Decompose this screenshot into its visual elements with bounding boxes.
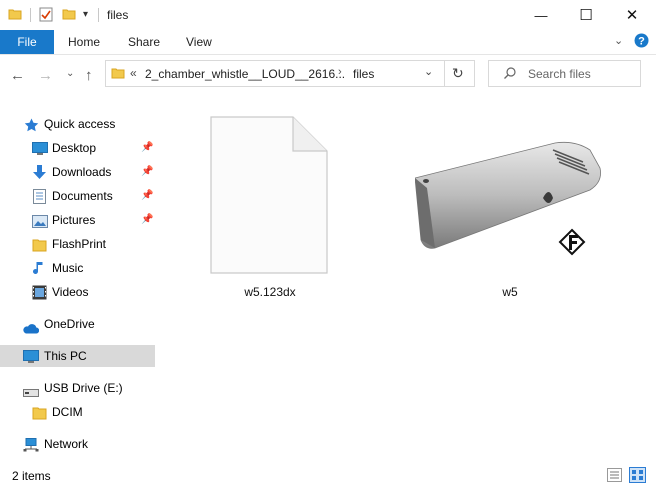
details-view-icon[interactable] [607,468,622,485]
tab-view[interactable]: View [186,30,212,54]
sidebar-item-desktop[interactable]: Desktop 📌 [0,137,155,159]
usb-drive-icon [23,383,39,397]
folder-icon [8,7,22,26]
sidebar-item-onedrive[interactable]: OneDrive [0,313,155,335]
breadcrumb-parent[interactable]: 2_chamber_whistle__LOUD__2616... [145,67,345,81]
maximize-icon: ☐ [579,7,593,24]
folder-icon [32,237,47,252]
blank-document-icon [210,116,328,274]
sidebar-item-network[interactable]: Network [0,433,155,455]
sidebar-item-videos[interactable]: Videos [0,281,155,303]
pin-icon[interactable]: 📌 [141,209,153,231]
file-item[interactable]: w5 [415,110,610,300]
sidebar-item-pictures[interactable]: Pictures 📌 [0,209,155,231]
file-name: w5.123dx [244,285,296,299]
whistle-thumbnail [415,141,601,256]
overflow-chevron-icon[interactable]: « [130,66,137,80]
pin-icon[interactable]: 📌 [141,137,153,159]
sidebar-item-usb-drive[interactable]: USB Drive (E:) [0,377,155,399]
sidebar-item-music[interactable]: Music [0,257,155,279]
music-icon [33,261,47,274]
address-bar[interactable]: « 2_chamber_whistle__LOUD__2616... › fil… [105,60,475,87]
breadcrumb-current[interactable]: files [353,67,374,81]
star-icon [24,117,39,132]
properties-icon[interactable] [39,7,53,27]
sidebar-item-label: OneDrive [44,317,95,331]
videos-icon [32,285,47,300]
folder-icon [32,405,47,420]
breadcrumb-separator-icon[interactable]: › [338,66,342,78]
search-input[interactable]: Search files [488,60,641,87]
sidebar-item-label: Videos [52,285,89,299]
sidebar-item-label: Music [52,261,84,275]
sidebar-item-this-pc[interactable]: This PC [0,345,155,367]
back-arrow-icon[interactable]: ← [10,67,25,84]
address-dropdown-icon[interactable]: ⌄ [424,65,433,78]
tab-home[interactable]: Home [68,30,100,54]
folder-icon [111,66,125,85]
cloud-icon [22,319,40,334]
sidebar-item-downloads[interactable]: Downloads 📌 [0,161,155,183]
pictures-icon [32,213,48,228]
sidebar-item-quick-access[interactable]: Quick access [0,113,155,135]
sidebar-item-label: Downloads [52,165,112,179]
minimize-button[interactable]: — [518,0,564,30]
network-icon [23,437,39,452]
help-icon[interactable]: ? [634,33,649,53]
tab-share[interactable]: Share [128,30,160,54]
file-name: w5 [502,285,518,299]
sidebar-item-documents[interactable]: Documents 📌 [0,185,155,207]
sidebar-item-label: FlashPrint [52,237,107,251]
search-icon [503,66,517,85]
minimize-icon: — [534,7,548,23]
toolbar-separator [30,8,31,22]
window-title: files [107,8,129,22]
forward-arrow-icon[interactable]: → [38,67,53,84]
customize-toolbar-dropdown-icon[interactable]: ▾ [83,9,88,20]
tab-file[interactable]: File [0,30,54,54]
navigation-pane: Quick access Desktop 📌 Downloads 📌 Docum… [0,95,160,460]
sidebar-item-label: Pictures [52,213,96,227]
large-icons-view-icon[interactable] [629,467,646,486]
pin-icon[interactable]: 📌 [141,185,153,207]
up-arrow-icon[interactable]: ↑ [85,67,93,84]
ribbon: File Home Share View ⌄ ? [0,30,656,55]
sidebar-item-label: Network [44,437,89,451]
sidebar-item-flashprint[interactable]: FlashPrint [0,233,155,255]
documents-icon [33,189,47,204]
download-icon [32,165,46,179]
sidebar-item-dcim[interactable]: DCIM [0,401,155,423]
desktop-icon [32,141,48,155]
maximize-button[interactable]: ☐ [563,0,609,30]
recent-locations-chevron-icon[interactable]: ⌄ [66,68,74,79]
sidebar-item-label: Desktop [52,141,97,155]
search-placeholder: Search files [528,67,591,81]
sidebar-item-label: Quick access [44,117,116,131]
sidebar-item-label: DCIM [52,405,83,419]
sidebar-item-label: Documents [52,189,113,203]
divider [444,61,445,86]
sidebar-item-label: This PC [44,349,87,363]
file-item[interactable]: w5.123dx [200,110,340,300]
close-icon: ✕ [625,7,639,24]
toolbar-separator [98,8,99,22]
expand-ribbon-icon[interactable]: ⌄ [614,34,623,47]
status-bar: 2 items [0,462,656,489]
file-list: w5.123dx w5 [160,95,656,460]
title-bar: ▾ files — ☐ ✕ [0,0,656,30]
new-folder-icon[interactable] [62,7,76,26]
close-button[interactable]: ✕ [609,0,655,30]
svg-text:?: ? [638,36,645,48]
item-count: 2 items [12,469,51,483]
sidebar-item-label: USB Drive (E:) [44,381,123,395]
pin-icon[interactable]: 📌 [141,161,153,183]
refresh-icon[interactable]: ↻ [452,65,464,82]
pc-icon [23,349,39,363]
